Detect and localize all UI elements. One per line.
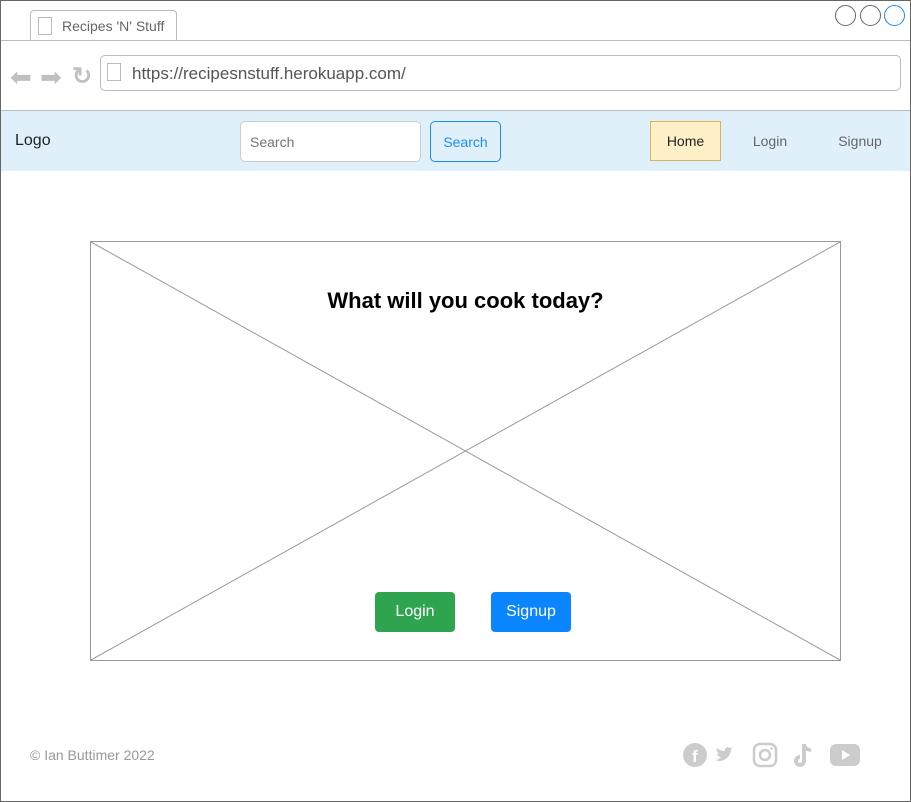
forward-icon[interactable]: ➡ [40, 62, 62, 93]
svg-text:f: f [692, 747, 698, 766]
tab-title: Recipes 'N' Stuff [62, 18, 165, 34]
nav-login[interactable]: Login [735, 121, 805, 161]
reload-icon[interactable]: ↻ [72, 62, 92, 91]
browser-tab[interactable]: Recipes 'N' Stuff [30, 10, 177, 41]
hero-login-button[interactable]: Login [375, 592, 455, 632]
divider [1, 40, 910, 41]
close-button[interactable] [884, 5, 905, 26]
page-icon [38, 17, 52, 35]
search-input[interactable] [240, 121, 421, 162]
youtube-icon[interactable] [830, 744, 860, 766]
copyright: © Ian Buttimer 2022 [30, 747, 155, 763]
maximize-button[interactable] [860, 5, 881, 26]
instagram-icon[interactable] [752, 742, 778, 768]
logo[interactable]: Logo [15, 132, 51, 150]
nav-signup[interactable]: Signup [825, 121, 895, 161]
hero-title: What will you cook today? [327, 288, 604, 313]
tiktok-icon[interactable] [792, 742, 818, 770]
back-icon[interactable]: ⬅ [10, 62, 32, 93]
page-icon [107, 63, 121, 81]
address-bar[interactable]: https://recipesnstuff.herokuapp.com/ [100, 55, 901, 91]
facebook-icon[interactable]: f [682, 742, 708, 768]
site-header: Logo Search Home Login Signup [1, 111, 910, 171]
hero-signup-button[interactable]: Signup [491, 592, 571, 632]
nav-home[interactable]: Home [650, 121, 721, 161]
twitter-icon[interactable] [714, 746, 734, 764]
minimize-button[interactable] [835, 5, 856, 26]
hero-image-placeholder: What will you cook today? Login Signup [90, 241, 841, 661]
url-text: https://recipesnstuff.herokuapp.com/ [132, 64, 406, 83]
search-button[interactable]: Search [430, 121, 501, 162]
